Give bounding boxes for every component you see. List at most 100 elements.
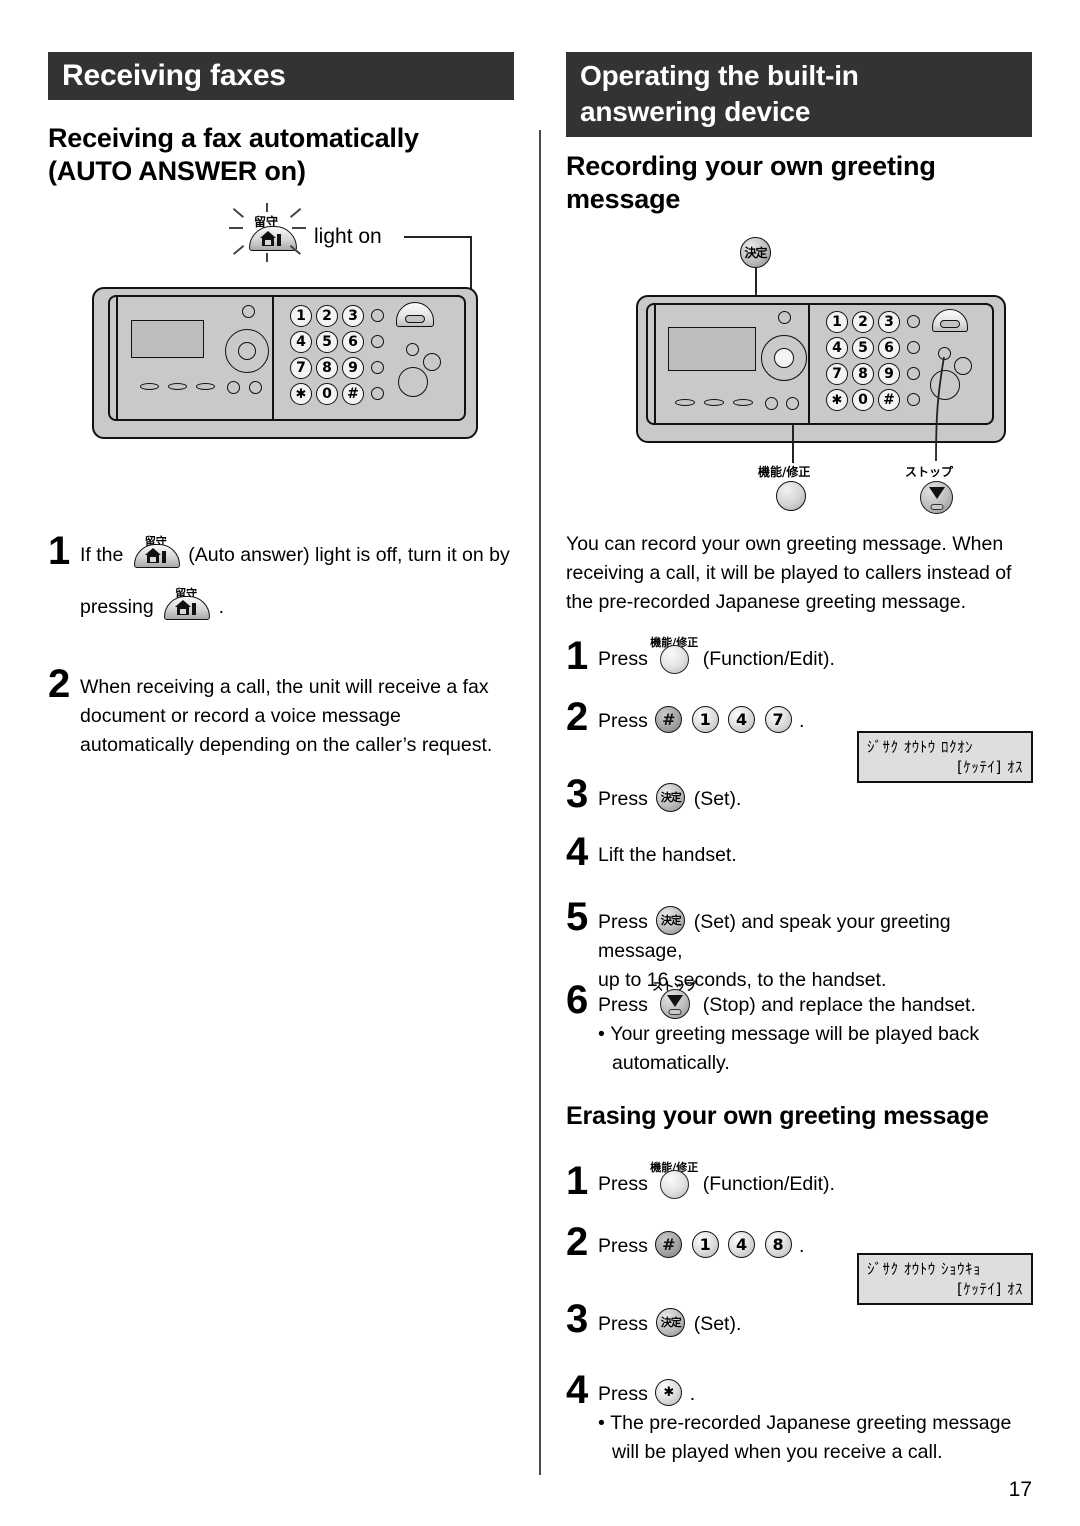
lcd-record-line2: [ｹｯﾃｲ] ｵｽ [957, 758, 1023, 776]
function-edit-jp-label: 機能/修正 [758, 465, 811, 479]
function-edit-callout-icon [776, 481, 806, 511]
left-step-1-cont-before: pressing [80, 596, 154, 618]
softkey [140, 383, 159, 390]
light-on-callout-label: light on [314, 225, 382, 248]
set-button-jp-label: 決定 [744, 246, 767, 260]
side-button [371, 361, 384, 374]
left-subheading-line2: (AUTO ANSWER on) [48, 156, 306, 186]
column-divider [539, 130, 541, 1475]
record-step-3-after: (Set). [693, 788, 742, 810]
keypad-key-hash: # [878, 389, 900, 411]
softkey [704, 399, 724, 406]
key-8-icon: 8 [764, 1231, 792, 1258]
small-button [249, 381, 262, 394]
keypad-key-1: 1 [290, 305, 312, 327]
section-header-left-text: Receiving faxes [62, 59, 286, 92]
manual-page: Receiving faxes Operating the built-in a… [0, 0, 1080, 1526]
record-step-1-text: Press 機能/修正 (Function/Edit). [598, 636, 1036, 674]
record-step-6-after: (Stop) and replace the handset. [702, 994, 976, 1016]
keypad-key-6: 6 [878, 337, 900, 359]
erase-step-4-before: Press [598, 1383, 648, 1405]
record-step-4-number: 4 [566, 830, 589, 874]
record-step-6-text: Press ストップ (Stop) and replace the handse… [598, 980, 1036, 1020]
record-step-3: 3 Press 決定 (Set). [566, 774, 1036, 814]
side-button [371, 309, 384, 322]
round-button-small [423, 353, 441, 371]
erase-step-1-before: Press [598, 1173, 648, 1195]
keypad-key-4: 4 [826, 337, 848, 359]
record-step-6-before: Press [598, 994, 648, 1016]
key-4-icon: 4 [728, 706, 756, 733]
auto-answer-dome-icon: 留守 [133, 535, 180, 568]
record-step-4: 4 Lift the handset. [566, 832, 1036, 872]
left-step-1-text-before: If the [80, 544, 124, 566]
keypad-key-3: 3 [342, 305, 364, 327]
function-edit-button-on-device [786, 397, 799, 410]
key-1-icon: 1 [691, 1231, 719, 1258]
navigator-center-button [238, 342, 256, 360]
light-ray [290, 208, 301, 218]
keypad-key-4: 4 [290, 331, 312, 353]
left-step-2-number: 2 [48, 662, 71, 706]
side-button [907, 315, 920, 328]
erase-step-2-number: 2 [566, 1220, 589, 1264]
record-step-5-number: 5 [566, 895, 589, 939]
keypad-key-9: 9 [342, 357, 364, 379]
erase-step-4-bullet: The pre-recorded Japanese greeting messa… [610, 1409, 1036, 1467]
keypad-key-star: ✱ [826, 389, 848, 411]
record-step-2-number: 2 [566, 695, 589, 739]
record-step-5-text: Press 決定 (Set) and speak your greeting m… [598, 906, 1036, 966]
erase-step-4-number: 4 [566, 1368, 589, 1412]
erase-step-3: 3 Press 決定 (Set). [566, 1299, 1036, 1339]
light-ray [266, 203, 268, 212]
key-7-icon: 7 [764, 706, 792, 733]
keypad-key-2: 2 [316, 305, 338, 327]
record-step-3-number: 3 [566, 772, 589, 816]
function-button [242, 305, 255, 318]
side-button [371, 387, 384, 400]
panel-edge-line [654, 305, 656, 423]
set-button-callout-icon: 決定 [740, 237, 771, 268]
lcd-erase-line1: ｼﾞｻｸ ｵｳﾄｳ ｼｮｳｷｮ [867, 1260, 982, 1278]
erase-step-1: 1 Press 機能/修正 (Function/Edit). [566, 1161, 1036, 1201]
erasing-subheading: Erasing your own greeting message [566, 1102, 989, 1130]
erase-step-2-after: . [798, 1235, 805, 1257]
right-subheading: Recording your own greeting message [566, 150, 1036, 216]
navigator-center-set-button [774, 348, 794, 368]
keypad-key-6: 6 [342, 331, 364, 353]
small-button [406, 343, 419, 356]
record-step-1-number: 1 [566, 634, 589, 678]
keypad-key-3: 3 [878, 311, 900, 333]
erase-step-4-after: . [689, 1383, 696, 1405]
record-step-4-text: Lift the handset. [598, 844, 737, 866]
set-button-icon: 決定 [656, 906, 686, 935]
fax-lcd-screen [131, 320, 204, 358]
erase-step-4-text: Press ✱ . [598, 1379, 1036, 1409]
erase-step-3-text: Press 決定 (Set). [598, 1308, 1036, 1339]
left-step-1-text: If the 留守 (Auto answer) light is off, tu… [80, 535, 518, 570]
erase-step-3-before: Press [598, 1313, 648, 1335]
record-step-1: 1 Press 機能/修正 (Function/Edit). [566, 636, 1036, 676]
callout-curve-stop [935, 356, 945, 462]
left-step-1-number: 1 [48, 529, 71, 573]
softkey [168, 383, 187, 390]
light-ray [233, 245, 244, 255]
erase-step-3-after: (Set). [693, 1313, 742, 1335]
recording-intro-paragraph: You can record your own greeting message… [566, 533, 1012, 613]
keypad-key-0: 0 [316, 383, 338, 405]
keypad-key-5: 5 [316, 331, 338, 353]
softkey [196, 383, 215, 390]
record-step-6-number: 6 [566, 978, 589, 1022]
auto-answer-dome-icon: 留守 [164, 587, 211, 620]
function-edit-button-icon: 機能/修正 [650, 636, 698, 674]
erase-step-4: 4 Press ✱ . The pre-recorded Japanese gr… [566, 1370, 1036, 1467]
callout-line [404, 236, 472, 238]
left-step-1-text-after: (Auto answer) light is off, turn it on b… [188, 544, 510, 566]
set-button-icon: 決定 [656, 1308, 686, 1337]
keypad-key-2: 2 [852, 311, 874, 333]
right-subheading-line1: Recording your own greeting [566, 151, 936, 181]
set-button-icon: 決定 [656, 783, 686, 812]
light-ray [292, 227, 306, 229]
panel-split-line [808, 305, 810, 423]
left-step-1-continuation: pressing 留守 . [80, 587, 518, 622]
